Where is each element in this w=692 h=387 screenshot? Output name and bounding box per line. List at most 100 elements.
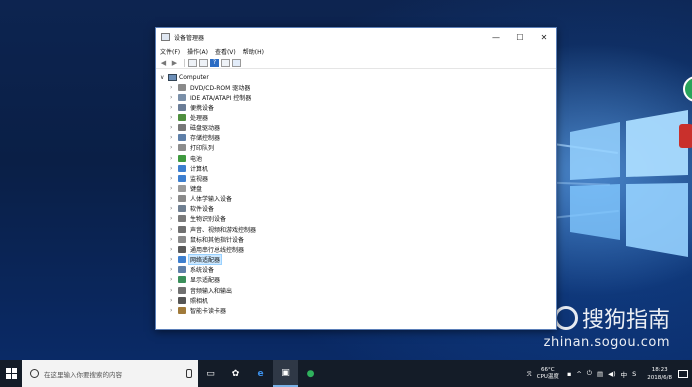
collapse-caret-icon[interactable]: ›: [170, 144, 178, 151]
collapse-caret-icon[interactable]: ›: [170, 226, 178, 233]
maximize-button[interactable]: ☐: [508, 28, 532, 46]
tree-node[interactable]: › 打印队列: [170, 143, 215, 153]
tree-node[interactable]: › 照相机: [170, 295, 209, 305]
media-player-icon[interactable]: ●: [298, 360, 323, 387]
collapse-caret-icon[interactable]: ›: [170, 94, 178, 101]
mouse-icon: [178, 235, 186, 243]
tree-node[interactable]: › 鼠标和其他指针设备: [170, 234, 245, 244]
tree-node[interactable]: › 键盘: [170, 184, 203, 194]
tree-node[interactable]: › IDE ATA/ATAPI 控制器: [170, 92, 252, 102]
collapse-caret-icon[interactable]: ›: [170, 195, 178, 202]
tree-node-label: 计算机: [190, 165, 209, 173]
clock-time: 18:23: [651, 366, 668, 373]
menu-view[interactable]: 查看(V): [215, 47, 236, 56]
tree-node[interactable]: › 便携设备: [170, 102, 215, 112]
collapse-caret-icon[interactable]: ›: [170, 165, 178, 172]
computer-icon: [168, 73, 177, 81]
scan-hardware-button[interactable]: [232, 58, 241, 67]
floating-red-badge[interactable]: [679, 124, 692, 148]
taskbar-search[interactable]: 在这里输入你要搜索的内容: [22, 360, 198, 387]
menu-help[interactable]: 帮助(H): [243, 47, 264, 56]
tree-node[interactable]: › 声音、视频和游戏控制器: [170, 224, 257, 234]
volume-icon[interactable]: ◀): [608, 370, 616, 378]
sound-icon: [178, 225, 186, 233]
tree-node[interactable]: › 计算机: [170, 163, 209, 173]
collapse-caret-icon[interactable]: ›: [170, 155, 178, 162]
tree-node[interactable]: › 显示适配器: [170, 275, 221, 285]
power-icon[interactable]: ⏻: [587, 369, 592, 378]
help-button[interactable]: ?: [210, 58, 219, 67]
cpu-temperature[interactable]: 66°C CPU温度: [537, 367, 559, 381]
menu-file[interactable]: 文件(F): [160, 47, 180, 56]
collapse-caret-icon[interactable]: ›: [170, 84, 178, 91]
properties-button[interactable]: [199, 58, 208, 67]
view-button[interactable]: [221, 58, 230, 67]
minimize-button[interactable]: —: [484, 28, 508, 46]
tree-node[interactable]: › 处理器: [170, 112, 209, 122]
forward-button[interactable]: ▶: [170, 59, 179, 67]
tree-node[interactable]: › 软件设备: [170, 204, 215, 214]
collapse-caret-icon[interactable]: ›: [170, 246, 178, 253]
action-center-icon[interactable]: [678, 369, 688, 378]
tree-node-label: 电池: [190, 155, 203, 163]
tree-node[interactable]: › 音频输入和输出: [170, 285, 233, 295]
start-button[interactable]: [0, 360, 22, 387]
tree-node[interactable]: › 智能卡读卡器: [170, 305, 227, 315]
tree-root[interactable]: ∨ Computer: [160, 72, 209, 82]
tree-node[interactable]: › 系统设备: [170, 265, 215, 275]
collapse-caret-icon[interactable]: ›: [170, 175, 178, 182]
collapse-caret-icon[interactable]: ›: [170, 297, 178, 304]
watermark-brand: 搜狗指南: [553, 302, 670, 334]
tree-node[interactable]: › DVD/CD-ROM 驱动器: [170, 82, 251, 92]
tree-node[interactable]: › 网络适配器: [170, 254, 223, 266]
collapse-caret-icon[interactable]: ›: [170, 266, 178, 273]
computer-icon: [178, 164, 186, 172]
show-hidden-icons-icon[interactable]: ^: [576, 370, 581, 378]
ime-mode-icon[interactable]: S: [632, 370, 636, 378]
tree-node-label: 显示适配器: [190, 277, 221, 285]
collapse-caret-icon[interactable]: ›: [170, 205, 178, 212]
collapse-caret-icon[interactable]: ›: [170, 256, 178, 263]
tree-node[interactable]: › 存储控制器: [170, 133, 221, 143]
collapse-caret-icon[interactable]: ›: [170, 287, 178, 294]
collapse-caret-icon[interactable]: ›: [170, 104, 178, 111]
tree-node-label: 便携设备: [190, 104, 215, 112]
toolbar-separator: [184, 58, 185, 67]
caption-buttons: — ☐ ✕: [484, 28, 556, 46]
close-button[interactable]: ✕: [532, 28, 556, 46]
edge-browser-icon[interactable]: e: [248, 360, 273, 387]
network-icon[interactable]: ▤: [597, 370, 603, 378]
app-tray-icon[interactable]: ▪: [567, 370, 571, 378]
system-tray: ℛ 66°C CPU温度 ▪ ^ ⏻ ▤ ◀) 中 S 18:23 2018/6…: [527, 360, 692, 387]
back-button[interactable]: ◀: [159, 59, 168, 67]
tree-node[interactable]: › 通用串行总线控制器: [170, 244, 245, 254]
tree-node-label: 声音、视频和游戏控制器: [190, 226, 257, 234]
fan-app-icon[interactable]: ✿: [223, 360, 248, 387]
expand-caret-icon[interactable]: ∨: [160, 74, 168, 81]
device-manager-taskbar-icon[interactable]: ▣: [273, 360, 298, 387]
show-hide-tree-button[interactable]: [188, 58, 197, 67]
tree-node-label: 网络适配器: [187, 254, 223, 266]
collapse-caret-icon[interactable]: ›: [170, 307, 178, 314]
clock[interactable]: 18:23 2018/6/8: [647, 366, 672, 382]
tree-node[interactable]: › 生物识别设备: [170, 214, 227, 224]
collapse-caret-icon[interactable]: ›: [170, 236, 178, 243]
collapse-caret-icon[interactable]: ›: [170, 134, 178, 141]
tree-node[interactable]: › 监视器: [170, 173, 209, 183]
tree-node[interactable]: › 磁盘驱动器: [170, 123, 221, 133]
collapse-caret-icon[interactable]: ›: [170, 124, 178, 131]
ime-indicator[interactable]: 中: [621, 369, 628, 379]
usb-icon: [178, 245, 186, 253]
person-icon[interactable]: ℛ: [527, 370, 532, 378]
collapse-caret-icon[interactable]: ›: [170, 276, 178, 283]
task-view-icon[interactable]: ▭: [198, 360, 223, 387]
tree-node[interactable]: › 电池: [170, 153, 203, 163]
menu-action[interactable]: 操作(A): [187, 47, 208, 56]
tree-node[interactable]: › 人体学输入设备: [170, 194, 233, 204]
tree-node-label: 人体学输入设备: [190, 196, 233, 204]
collapse-caret-icon[interactable]: ›: [170, 215, 178, 222]
microphone-icon[interactable]: [186, 369, 192, 378]
collapse-caret-icon[interactable]: ›: [170, 114, 178, 121]
title-bar[interactable]: 设备管理器 — ☐ ✕: [156, 28, 556, 46]
collapse-caret-icon[interactable]: ›: [170, 185, 178, 192]
